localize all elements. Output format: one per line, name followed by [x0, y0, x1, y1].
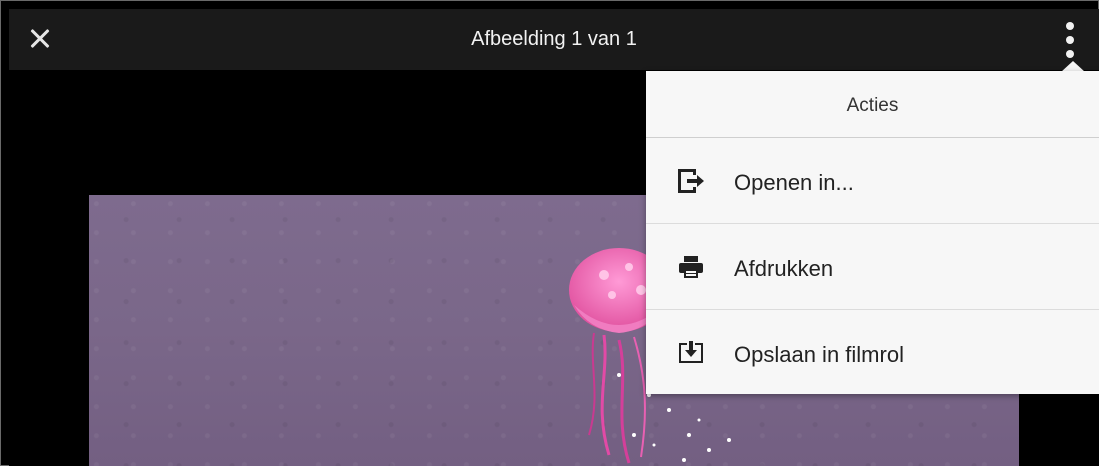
page-title: Afbeelding 1 van 1	[471, 28, 637, 50]
menu-item-print[interactable]: Afdrukken	[646, 224, 1099, 310]
menu-item-label: Openen in...	[734, 170, 854, 195]
more-vertical-icon[interactable]	[1059, 21, 1081, 59]
printer-icon	[679, 256, 703, 278]
viewer-toolbar: Afbeelding 1 van 1	[9, 9, 1099, 70]
open-in-icon	[678, 169, 704, 193]
actions-popover: Acties Openen in... Afdrukken Opslaan in…	[646, 71, 1099, 394]
menu-item-open-in[interactable]: Openen in...	[646, 138, 1099, 224]
save-to-camera-roll-icon	[679, 341, 703, 363]
popover-title: Acties	[646, 71, 1099, 138]
menu-item-save-to-camera-roll[interactable]: Opslaan in filmrol	[646, 310, 1099, 395]
menu-item-label: Afdrukken	[734, 256, 834, 281]
menu-item-label: Opslaan in filmrol	[734, 342, 904, 367]
